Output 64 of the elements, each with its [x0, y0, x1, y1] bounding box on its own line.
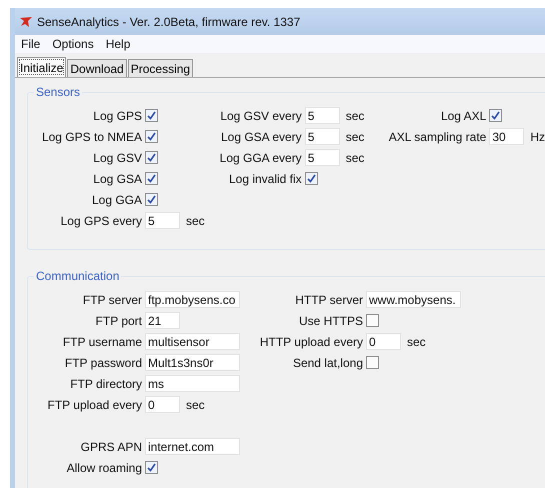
field-label: Log GGA every [218, 150, 302, 164]
field-label: Use HTTPS [298, 314, 363, 328]
field-label: FTP directory [69, 376, 142, 390]
menu-item[interactable]: File [15, 37, 46, 51]
input-field[interactable]: 5 [304, 107, 340, 124]
field-label: FTP password [64, 356, 142, 370]
field-label: Log GPS to NMEA [40, 130, 142, 144]
tab[interactable]: Download [67, 59, 127, 77]
unit-label: sec [407, 334, 426, 348]
input-field[interactable]: 5 [304, 128, 340, 145]
tab[interactable]: Initialize [17, 57, 66, 77]
input-field[interactable]: 21 [145, 312, 180, 329]
unit-label: Hz [530, 130, 545, 144]
field-label: Log AXL [440, 108, 486, 122]
field-label: HTTP server [294, 292, 363, 306]
checkbox[interactable] [366, 314, 379, 327]
checkbox[interactable] [489, 109, 502, 122]
unit-label: sec [346, 130, 364, 144]
field-label: Log GPS every [60, 214, 142, 228]
field-label: GPRS APN [80, 440, 142, 454]
checkbox[interactable] [145, 109, 158, 122]
menu-item[interactable]: Help [100, 37, 136, 51]
field-label: Log GSA every [220, 130, 302, 144]
field-label: AXL sampling rate [388, 130, 486, 144]
field-label: Log GSV every [219, 108, 302, 122]
field-label: FTP port [94, 314, 142, 328]
input-field[interactable]: 5 [145, 212, 180, 229]
unit-label: sec [346, 108, 364, 122]
tab[interactable]: Processing [128, 59, 194, 77]
field-label: FTP server [82, 292, 142, 306]
unit-label: sec [186, 214, 205, 228]
checkbox[interactable] [145, 151, 158, 164]
group-title: Sensors [34, 85, 82, 99]
field-label: FTP upload every [46, 398, 142, 412]
checkbox[interactable] [366, 356, 379, 369]
input-field[interactable]: 5 [304, 149, 340, 166]
input-field[interactable]: ftp.mobysens.co [145, 291, 240, 308]
input-field[interactable]: Mult1s3ns0r [145, 354, 240, 371]
input-field[interactable]: multisensor [145, 333, 240, 350]
unit-label: sec [186, 398, 205, 412]
input-field[interactable]: ms [145, 375, 240, 392]
field-label: Log GPS [92, 108, 142, 122]
group-title: Communication [34, 269, 122, 283]
field-label: Send lat,long [292, 356, 363, 370]
checkbox[interactable] [145, 172, 158, 185]
unit-label: sec [346, 150, 364, 164]
menu-item[interactable]: Options [46, 37, 100, 51]
input-field[interactable]: internet.com [145, 438, 240, 455]
field-label: FTP username [62, 334, 142, 348]
checkbox[interactable] [304, 172, 318, 185]
field-label: Log GSV [92, 150, 142, 164]
checkbox[interactable] [145, 130, 158, 143]
window-title: SenseAnalytics - Ver. 2.0Beta, firmware rev. 1337 [37, 14, 300, 28]
field-label: HTTP upload every [258, 334, 363, 348]
field-label: Log invalid fix [228, 172, 302, 186]
input-field[interactable]: 0 [145, 396, 180, 413]
checkbox[interactable] [145, 461, 158, 474]
checkbox[interactable] [145, 193, 158, 206]
field-label: Allow roaming [66, 460, 142, 474]
input-field[interactable]: 0 [366, 333, 401, 350]
input-field[interactable]: www.mobysens. [366, 291, 461, 308]
input-field[interactable]: 30 [489, 128, 524, 145]
field-label: Log GGA [90, 192, 142, 206]
field-label: Log GSA [92, 172, 142, 186]
